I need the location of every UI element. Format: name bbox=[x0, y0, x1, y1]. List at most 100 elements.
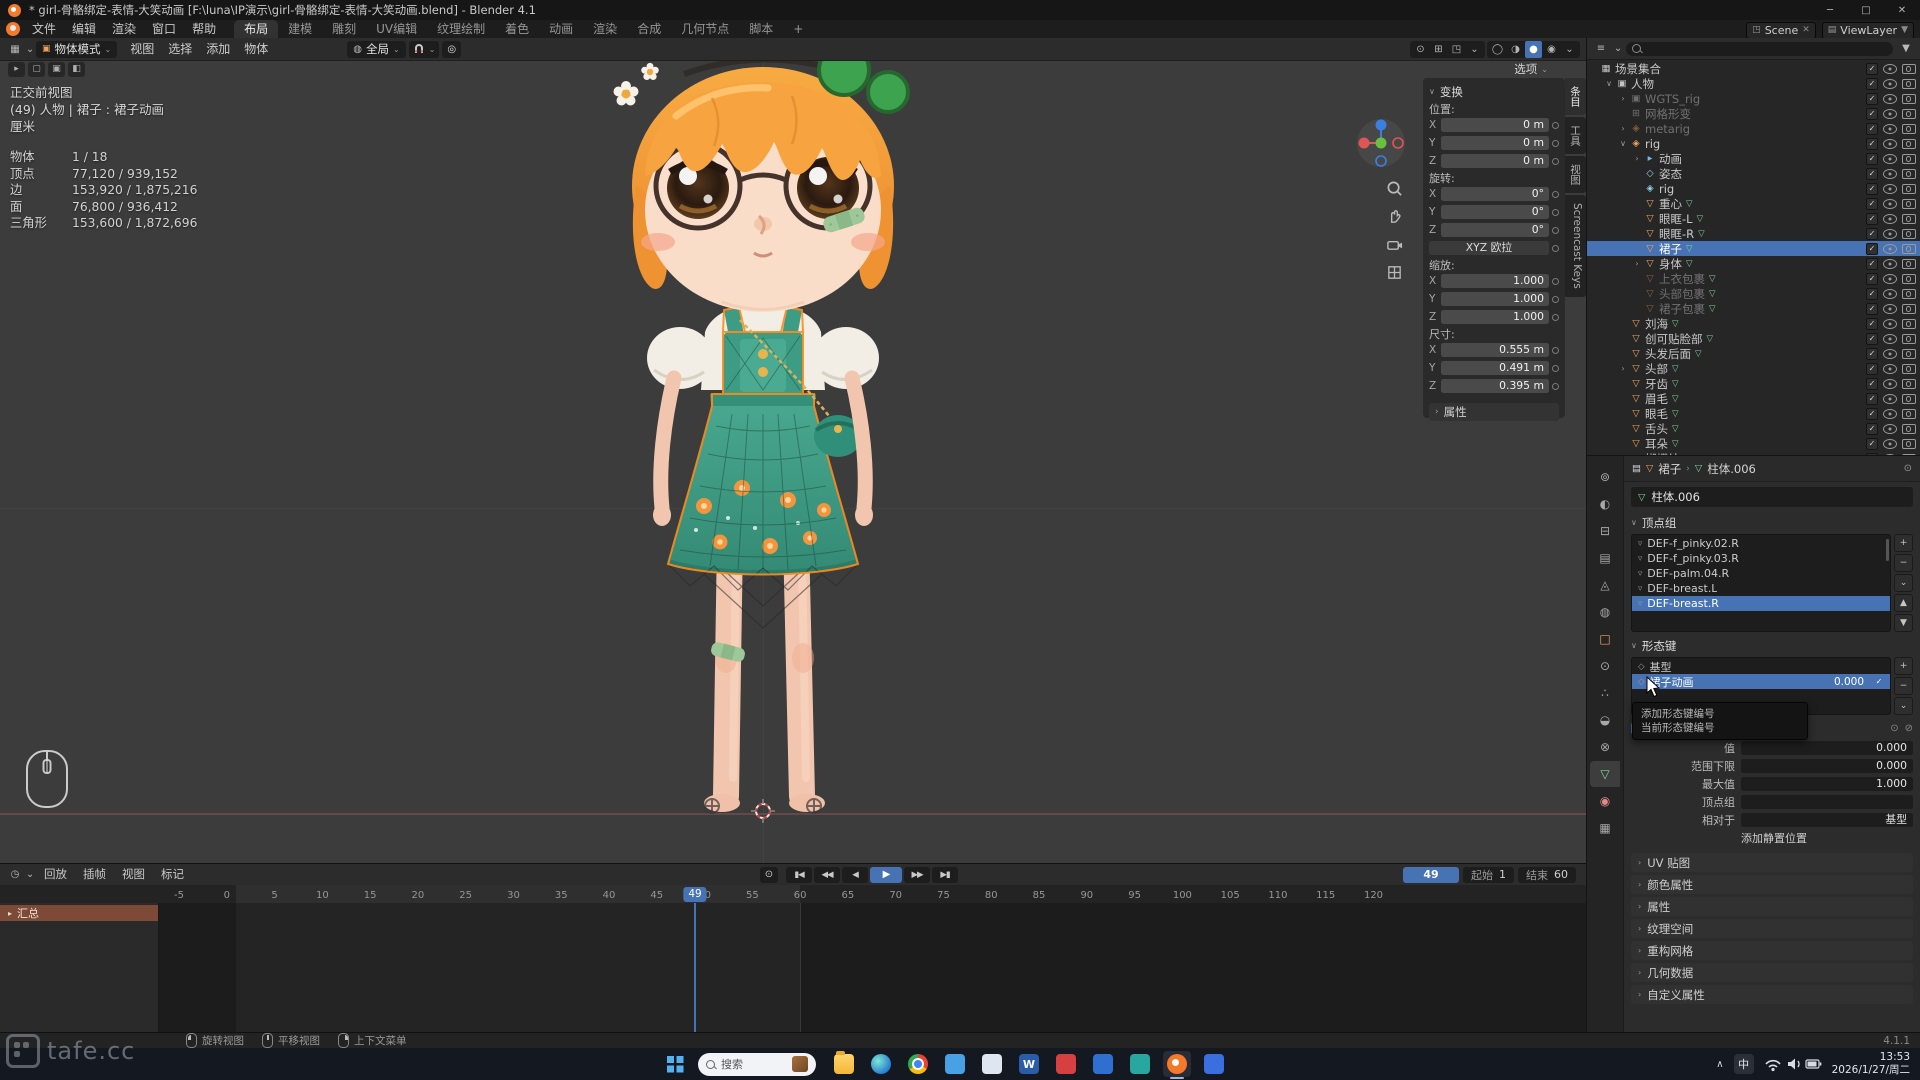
shape-key-value[interactable]: 0.000 bbox=[1818, 676, 1864, 688]
remove-vertex-group-button[interactable]: − bbox=[1894, 554, 1913, 572]
transform-panel-header[interactable]: ∨ 变换 bbox=[1429, 82, 1559, 101]
transform-row[interactable]: X 1.000 bbox=[1429, 272, 1559, 290]
animate-dot-icon[interactable] bbox=[1549, 365, 1559, 372]
tab-world[interactable]: ◍ bbox=[1590, 599, 1620, 625]
outliner-row[interactable]: 眼眶-R ▽ bbox=[1587, 226, 1920, 241]
shape-key-edit-icon[interactable]: ⊘ bbox=[1905, 723, 1913, 734]
sidebar-tab[interactable]: 工具 bbox=[1565, 117, 1586, 154]
camera-render-icon[interactable] bbox=[1902, 79, 1916, 89]
hidden-icons-chevron[interactable]: ∧ bbox=[1716, 1059, 1723, 1070]
value-field[interactable]: 0 m bbox=[1441, 118, 1549, 132]
outliner-row[interactable]: 场景集合 ▽ bbox=[1587, 61, 1920, 76]
timeline-menu-item[interactable]: 视图 bbox=[114, 864, 153, 885]
select-box-icon[interactable]: ▣ bbox=[48, 62, 65, 77]
tab-constraints[interactable]: ⊗ bbox=[1590, 734, 1620, 760]
outliner-row[interactable]: 眼眶-L ▽ bbox=[1587, 211, 1920, 226]
workspace-tab[interactable]: 建模 bbox=[278, 20, 322, 38]
animate-dot-icon[interactable] bbox=[1549, 383, 1559, 390]
pan-hand-icon[interactable] bbox=[1384, 206, 1404, 226]
DEF-breast.R[interactable]: ▿ DEF-breast.R bbox=[1632, 596, 1890, 611]
eye-icon[interactable] bbox=[1883, 409, 1897, 419]
camera-render-icon[interactable] bbox=[1902, 259, 1916, 269]
outliner-row[interactable]: 裙子 ▽ bbox=[1587, 241, 1920, 256]
expand-chevron-icon[interactable]: › bbox=[1617, 94, 1629, 103]
tab-modifiers[interactable]: ⊙ bbox=[1590, 653, 1620, 679]
selectable-checkbox-icon[interactable] bbox=[1866, 93, 1878, 105]
eye-icon[interactable] bbox=[1883, 94, 1897, 104]
camera-render-icon[interactable] bbox=[1902, 139, 1916, 149]
outliner-row[interactable]: › 身体 ▽ bbox=[1587, 256, 1920, 271]
outliner-row[interactable]: 蝴蝶结 ▽ bbox=[1587, 451, 1920, 455]
camera-render-icon[interactable] bbox=[1902, 214, 1916, 224]
transform-row[interactable]: 尺寸: bbox=[1429, 326, 1559, 341]
vertex-group-specials-button[interactable]: ⌄ bbox=[1894, 574, 1913, 592]
timeline-menu-item[interactable]: 标记 bbox=[153, 864, 192, 885]
pin-icon[interactable]: ⊙ bbox=[1904, 463, 1912, 474]
shape-keys-header[interactable]: ∨ 形态键 bbox=[1631, 636, 1913, 655]
outliner-row[interactable]: 头部包裹 ▽ bbox=[1587, 286, 1920, 301]
task-word[interactable]: W bbox=[1015, 1051, 1043, 1077]
eye-icon[interactable] bbox=[1883, 64, 1897, 74]
play[interactable]: ▶ bbox=[870, 867, 902, 883]
field-value[interactable]: 1.000 bbox=[1741, 777, 1913, 791]
裙子动画[interactable]: ◇ 裙子动画 0.000 bbox=[1632, 674, 1890, 689]
shading-solid-icon[interactable]: ◑ bbox=[1507, 41, 1524, 58]
collapsed-panel-header[interactable]: › 颜色属性 bbox=[1631, 875, 1913, 894]
value-field[interactable]: 1.000 bbox=[1441, 292, 1549, 306]
summary-channel[interactable]: ▸ 汇总 bbox=[0, 905, 158, 921]
mesh-data-name-field[interactable]: ▽ 柱体.006 bbox=[1631, 487, 1913, 507]
selectable-checkbox-icon[interactable] bbox=[1866, 378, 1878, 390]
DEF-palm.04.R[interactable]: ▿ DEF-palm.04.R bbox=[1632, 566, 1890, 581]
menu-item[interactable]: 窗口 bbox=[144, 20, 184, 38]
outliner-row[interactable]: 头发后面 ▽ bbox=[1587, 346, 1920, 361]
shape-key-specials-button[interactable]: ⌄ bbox=[1894, 697, 1913, 715]
add-shape-key-button[interactable]: + bbox=[1894, 657, 1913, 675]
workspace-tab[interactable]: 脚本 bbox=[739, 20, 783, 38]
outliner-row[interactable]: 眉毛 ▽ bbox=[1587, 391, 1920, 406]
transform-orientation-dropdown[interactable]: ◍ 全局 ⌄ bbox=[347, 41, 405, 58]
outliner-search-input[interactable] bbox=[1645, 42, 1887, 55]
task-app-store[interactable] bbox=[941, 1051, 969, 1077]
collapsed-panel-header[interactable]: › 纹理空间 bbox=[1631, 919, 1913, 938]
eye-icon[interactable] bbox=[1883, 274, 1897, 284]
camera-render-icon[interactable] bbox=[1902, 439, 1916, 449]
frame-end-field[interactable]: 结束 60 bbox=[1518, 867, 1576, 883]
value-field[interactable]: 0.395 m bbox=[1441, 379, 1549, 393]
animate-dot-icon[interactable] bbox=[1549, 314, 1559, 321]
DEF-f_pinky.02.R[interactable]: ▿ DEF-f_pinky.02.R bbox=[1632, 536, 1890, 551]
expand-chevron-icon[interactable]: › bbox=[1631, 259, 1643, 268]
animate-dot-icon[interactable] bbox=[1549, 140, 1559, 147]
sidebar-tab[interactable]: 视图 bbox=[1565, 156, 1586, 193]
breadcrumb-object[interactable]: 裙子 bbox=[1658, 461, 1681, 477]
基型[interactable]: ◇ 基型 bbox=[1632, 659, 1890, 674]
camera-render-icon[interactable] bbox=[1902, 274, 1916, 284]
selectable-checkbox-icon[interactable] bbox=[1866, 288, 1878, 300]
editor-chevron-icon[interactable]: ⌄ bbox=[26, 867, 34, 883]
value-field[interactable]: 0.491 m bbox=[1441, 361, 1549, 375]
eye-icon[interactable] bbox=[1883, 334, 1897, 344]
collapsed-panel-header[interactable]: › 属性 bbox=[1631, 897, 1913, 916]
camera-render-icon[interactable] bbox=[1902, 424, 1916, 434]
eye-icon[interactable] bbox=[1883, 139, 1897, 149]
value-field[interactable]: 1.000 bbox=[1441, 310, 1549, 324]
value-field[interactable]: 0 m bbox=[1441, 136, 1549, 150]
camera-render-icon[interactable] bbox=[1902, 454, 1916, 456]
outliner-row[interactable]: › 头部 ▽ bbox=[1587, 361, 1920, 376]
outliner-editor-icon[interactable]: ≡ bbox=[1592, 41, 1610, 57]
frame-start-field[interactable]: 起始 1 bbox=[1463, 867, 1514, 883]
camera-render-icon[interactable] bbox=[1902, 184, 1916, 194]
viewport-menu-item[interactable]: 选择 bbox=[161, 38, 199, 60]
animate-dot-icon[interactable] bbox=[1549, 347, 1559, 354]
taskbar-search[interactable]: 搜索 bbox=[698, 1053, 816, 1076]
camera-render-icon[interactable] bbox=[1902, 349, 1916, 359]
animate-dot-icon[interactable] bbox=[1549, 227, 1559, 234]
selectable-checkbox-icon[interactable] bbox=[1866, 423, 1878, 435]
animate-dot-icon[interactable] bbox=[1549, 191, 1559, 198]
outliner-row[interactable]: 裙子包裹 ▽ bbox=[1587, 301, 1920, 316]
timeline-body[interactable]: ▸ 汇总 bbox=[0, 903, 1586, 1032]
tab-view-layer[interactable]: ▤ bbox=[1590, 545, 1620, 571]
playhead-line[interactable] bbox=[694, 903, 696, 1032]
transform-row[interactable]: X 0° bbox=[1429, 185, 1559, 203]
value-field[interactable]: 0° bbox=[1441, 187, 1549, 201]
proportional-editing-toggle[interactable]: ◎ bbox=[442, 41, 461, 58]
